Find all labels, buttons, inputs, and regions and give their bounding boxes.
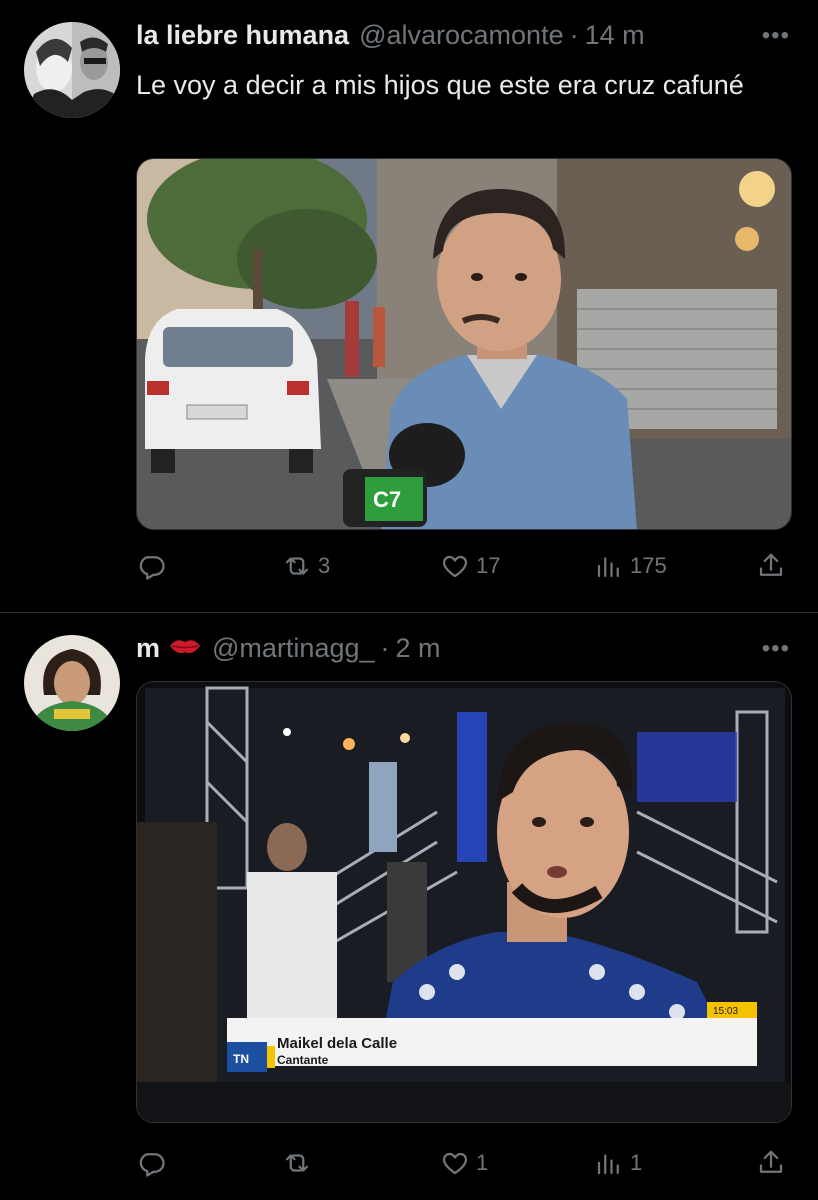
video-frame-image: C7 <box>137 159 791 529</box>
heart-icon <box>442 1152 468 1175</box>
share-icon <box>759 553 783 576</box>
handle[interactable]: @martinagg_ <box>212 633 375 664</box>
tweet-actions: 3 17 175 <box>136 546 792 586</box>
tweet[interactable]: la liebre humana @alvarocamonte · 14 m •… <box>0 0 818 612</box>
heart-icon <box>442 555 468 578</box>
share-button[interactable] <box>756 1143 786 1183</box>
retweet-button[interactable] <box>282 1143 318 1183</box>
display-name[interactable]: la liebre humana <box>136 20 349 51</box>
retweet-button[interactable]: 3 <box>282 546 330 586</box>
view-count: 1 <box>630 1150 643 1175</box>
separator: · <box>380 633 390 663</box>
tv-clock: 15:03 <box>713 1006 738 1017</box>
like-count: 1 <box>476 1150 489 1175</box>
tweet[interactable]: m @martinagg_ · 2 m ••• Maikel dela Call… <box>0 612 818 1200</box>
more-options-icon[interactable]: ••• <box>762 637 790 661</box>
tv-caption-name: Maikel dela Calle <box>277 1035 397 1052</box>
tv-photo-image: Maikel dela Calle Cantante TN 15:03 <box>137 682 791 1122</box>
svg-text:C7: C7 <box>373 487 401 512</box>
share-icon <box>759 1150 783 1173</box>
timestamp[interactable]: 2 m <box>396 633 441 664</box>
timestamp[interactable]: 14 m <box>585 20 645 51</box>
handle[interactable]: @alvarocamonte <box>359 20 564 51</box>
reply-button[interactable] <box>136 546 166 586</box>
like-count: 17 <box>476 553 501 578</box>
kiss-mark-icon <box>170 640 201 654</box>
views-icon <box>597 557 619 578</box>
reply-icon <box>139 1153 165 1177</box>
views-button[interactable]: 175 <box>594 546 667 586</box>
avatar[interactable] <box>24 635 120 731</box>
retweet-count: 3 <box>318 553 331 578</box>
like-button[interactable]: 1 <box>440 1143 488 1183</box>
retweet-icon <box>285 557 309 575</box>
reply-icon <box>139 556 165 580</box>
tweet-media[interactable]: Maikel dela Calle Cantante TN 15:03 <box>136 681 792 1123</box>
separator: · <box>569 20 579 50</box>
retweet-icon <box>285 1154 309 1172</box>
view-count: 175 <box>630 553 667 578</box>
tweet-actions: 1 1 <box>136 1143 792 1183</box>
tweet-header: la liebre humana @alvarocamonte · 14 m <box>136 20 645 56</box>
views-button[interactable]: 1 <box>594 1143 642 1183</box>
tweet-header: m @martinagg_ · 2 m <box>136 633 441 669</box>
avatar[interactable] <box>24 22 120 118</box>
views-icon <box>597 1154 619 1175</box>
tweet-text: Le voy a decir a mis hijos que este era … <box>136 70 744 100</box>
reply-button[interactable] <box>136 1143 166 1183</box>
tweet-media[interactable]: C7 <box>136 158 792 530</box>
more-options-icon[interactable]: ••• <box>762 24 790 48</box>
share-button[interactable] <box>756 546 786 586</box>
tv-channel-logo: TN <box>233 1052 249 1066</box>
like-button[interactable]: 17 <box>440 546 500 586</box>
tv-caption-role: Cantante <box>277 1053 329 1067</box>
display-name[interactable]: m <box>136 633 160 664</box>
